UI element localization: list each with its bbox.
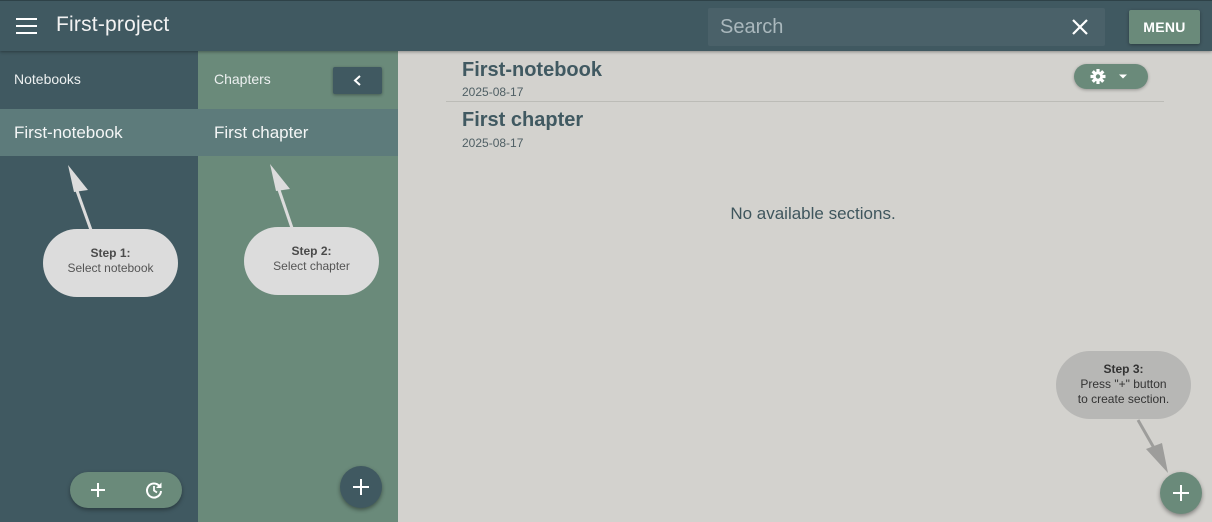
chapter-title: First chapter bbox=[462, 109, 584, 131]
chapters-heading: Chapters bbox=[214, 71, 271, 87]
gear-icon bbox=[1090, 69, 1127, 84]
tip-step-3-line1: Press "+" button bbox=[1080, 377, 1167, 391]
tip-step-3-title: Step 3: bbox=[1103, 362, 1144, 376]
notebook-actions bbox=[70, 472, 182, 508]
add-section-button[interactable] bbox=[1160, 472, 1202, 514]
search-box bbox=[708, 8, 1105, 46]
sections-panel: First-notebook 2025-08-17 First chapter … bbox=[398, 51, 1212, 522]
notebook-title: First-notebook bbox=[462, 59, 602, 81]
chapter-date: 2025-08-17 bbox=[462, 136, 524, 150]
tip-step-2: Step 2: Select chapter bbox=[244, 227, 379, 295]
app-header: First-project MENU bbox=[0, 0, 1212, 51]
search-input[interactable] bbox=[708, 8, 1058, 46]
divider bbox=[446, 101, 1164, 102]
chapter-item-label: First chapter bbox=[214, 123, 309, 142]
plus-icon bbox=[353, 479, 369, 495]
notebook-settings-button[interactable] bbox=[1074, 64, 1148, 89]
notebook-date: 2025-08-17 bbox=[462, 85, 524, 99]
add-chapter-button[interactable] bbox=[340, 466, 382, 508]
hamburger-icon[interactable] bbox=[16, 18, 37, 34]
chapter-item[interactable]: First chapter bbox=[198, 109, 398, 156]
tip-step-1: Step 1: Select notebook bbox=[43, 229, 178, 297]
tip-step-2-text: Select chapter bbox=[273, 259, 350, 273]
app-title: First-project bbox=[56, 13, 170, 36]
notebook-item-label: First-notebook bbox=[14, 123, 123, 142]
tip-step-2-title: Step 2: bbox=[291, 244, 332, 258]
add-notebook-button[interactable] bbox=[86, 480, 110, 500]
chevron-left-icon bbox=[353, 75, 361, 86]
notebooks-heading: Notebooks bbox=[14, 71, 81, 87]
tip-step-1-title: Step 1: bbox=[90, 246, 131, 260]
tip-step-1-text: Select notebook bbox=[67, 261, 154, 275]
plus-icon bbox=[1173, 485, 1189, 501]
history-icon[interactable] bbox=[142, 480, 166, 500]
empty-sections-message: No available sections. bbox=[730, 204, 896, 223]
tip-step-3: Step 3: Press "+" button to create secti… bbox=[1056, 351, 1191, 419]
menu-button[interactable]: MENU bbox=[1129, 10, 1200, 44]
close-icon[interactable] bbox=[1070, 17, 1090, 37]
tip-step-3-line2: to create section. bbox=[1077, 392, 1170, 406]
collapse-button[interactable] bbox=[333, 67, 382, 94]
notebook-item[interactable]: First-notebook bbox=[0, 109, 198, 156]
